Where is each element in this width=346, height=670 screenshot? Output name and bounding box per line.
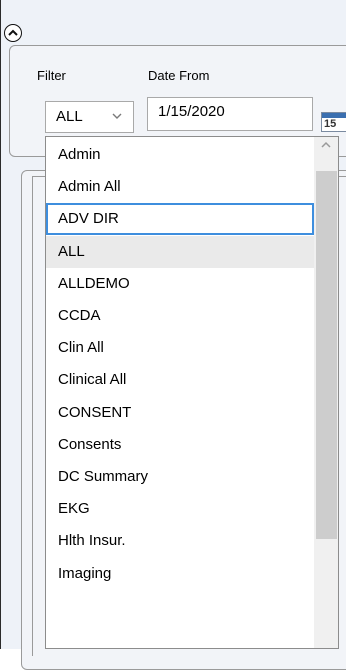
dropdown-option[interactable]: Admin bbox=[46, 139, 314, 171]
dropdown-option[interactable]: CONSENT bbox=[46, 397, 314, 429]
filter-label: Filter bbox=[37, 68, 66, 83]
date-from-input[interactable]: 1/15/2020 bbox=[147, 97, 313, 131]
date-from-label: Date From bbox=[148, 68, 210, 83]
dropdown-option[interactable]: Clinical All bbox=[46, 364, 314, 396]
dropdown-option[interactable]: Imaging bbox=[46, 558, 314, 590]
collapse-button[interactable] bbox=[4, 24, 22, 42]
dropdown-option[interactable]: ALLDEMO bbox=[46, 268, 314, 300]
calendar-day: 15 bbox=[324, 118, 337, 130]
scroll-up-arrow-icon[interactable] bbox=[320, 141, 332, 149]
filter-combobox[interactable]: ALL bbox=[45, 101, 134, 133]
dropdown-option[interactable]: CCDA bbox=[46, 300, 314, 332]
calendar-icon[interactable]: 15 bbox=[321, 112, 346, 132]
dropdown-option[interactable]: Consents bbox=[46, 429, 314, 461]
chevron-up-icon bbox=[8, 29, 18, 36]
dropdown-option[interactable]: DC Summary bbox=[46, 461, 314, 493]
dropdown-option[interactable]: Clin All bbox=[46, 332, 314, 364]
scrollbar-thumb[interactable] bbox=[316, 171, 337, 539]
scrollbar[interactable] bbox=[314, 137, 338, 648]
date-from-value: 1/15/2020 bbox=[158, 103, 225, 120]
dropdown-option[interactable]: Admin All bbox=[46, 171, 314, 203]
filter-value: ALL bbox=[56, 108, 83, 125]
dropdown-option[interactable]: EKG bbox=[46, 493, 314, 525]
chevron-down-icon bbox=[112, 113, 122, 119]
dropdown-option[interactable]: ADV DIR bbox=[46, 203, 314, 236]
dropdown-option[interactable]: Hlth Insur. bbox=[46, 525, 314, 557]
app-frame: Filter Date From ALL 1/15/2020 15 Admin A… bbox=[0, 0, 346, 670]
dropdown-option[interactable]: ALL bbox=[46, 235, 314, 268]
filter-dropdown-list: Admin Admin All ADV DIR ALL ALLDEMO CCDA Clin … bbox=[45, 136, 339, 649]
